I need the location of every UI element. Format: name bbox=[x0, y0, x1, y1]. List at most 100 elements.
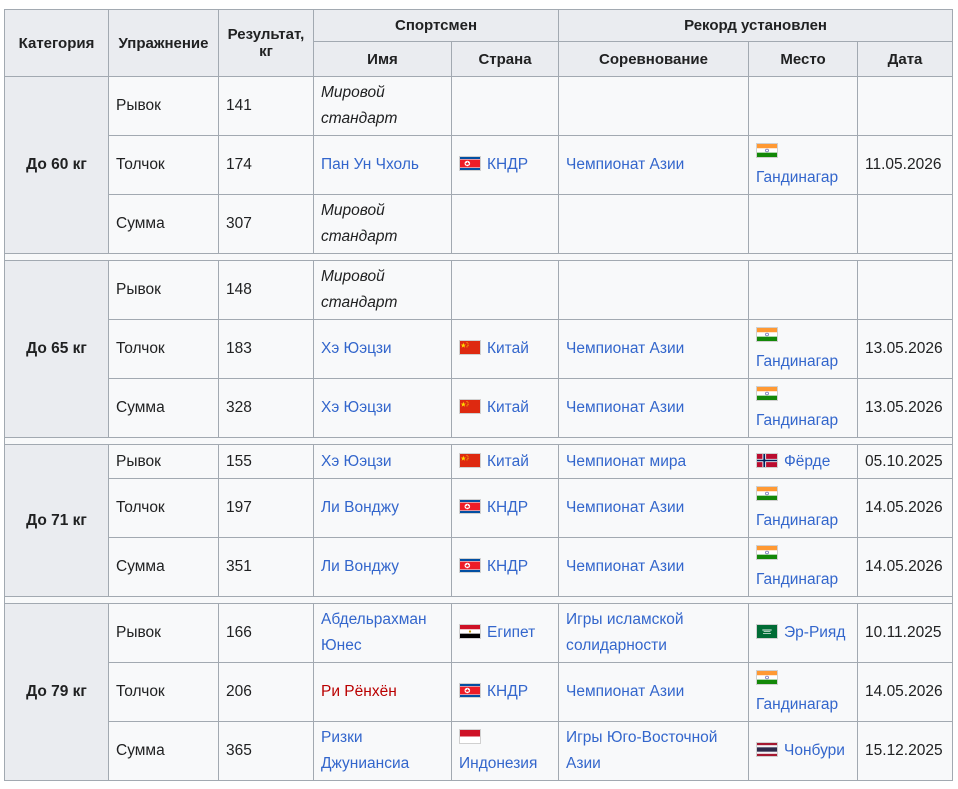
separator-cell bbox=[3, 253, 954, 261]
header-result[interactable]: Результат, кг bbox=[218, 9, 314, 77]
world-standard-text: Мировой стандарт bbox=[321, 84, 398, 127]
header-name[interactable]: Имя bbox=[313, 41, 452, 77]
result-value: 166 bbox=[226, 624, 252, 641]
country-link[interactable]: КНДР bbox=[487, 156, 528, 173]
competition-cell[interactable]: Чемпионат Азии bbox=[558, 135, 750, 195]
place-link[interactable]: Гандинагар bbox=[756, 169, 838, 186]
header-category[interactable]: Категория bbox=[4, 9, 109, 77]
date-value: 13.05.2026 bbox=[865, 399, 943, 416]
country-cell[interactable]: КНДР bbox=[450, 662, 560, 722]
athlete-name-link[interactable]: Ри Рёнхён bbox=[321, 683, 397, 700]
country-cell[interactable]: Китай bbox=[450, 444, 560, 479]
athlete-name-link[interactable]: Ризки Джуниансиа bbox=[321, 729, 409, 772]
country-link[interactable]: Китай bbox=[487, 399, 529, 416]
name-cell[interactable]: Ри Рёнхён bbox=[313, 662, 452, 722]
country-link[interactable]: КНДР bbox=[487, 558, 528, 575]
country-link[interactable]: Египет bbox=[487, 624, 535, 641]
competition-link[interactable]: Чемпионат Азии bbox=[566, 399, 684, 416]
place-cell[interactable]: Эр-Рияд bbox=[748, 603, 859, 663]
place-link[interactable]: Чонбури bbox=[784, 742, 845, 759]
name-cell[interactable]: Ли Вонджу bbox=[313, 478, 452, 538]
competition-cell[interactable]: Чемпионат мира bbox=[558, 444, 750, 479]
name-cell[interactable]: Ли Вонджу bbox=[313, 537, 452, 597]
competition-link[interactable]: Чемпионат мира bbox=[566, 453, 686, 470]
country-link[interactable]: Китай bbox=[487, 453, 529, 470]
competition-link[interactable]: Чемпионат Азии bbox=[566, 558, 684, 575]
athlete-name-link[interactable]: Ли Вонджу bbox=[321, 558, 399, 575]
place-link[interactable]: Гандинагар bbox=[756, 412, 838, 429]
place-cell[interactable]: Чонбури bbox=[748, 721, 859, 781]
header-date[interactable]: Дата bbox=[857, 41, 954, 77]
athlete-name-link[interactable]: Пан Ун Чхоль bbox=[321, 156, 419, 173]
country-link[interactable]: Индонезия bbox=[459, 755, 537, 772]
place-link[interactable]: Гандинагар bbox=[756, 696, 838, 713]
competition-cell[interactable]: Игры исламской солидарности bbox=[558, 603, 750, 663]
result-cell: 174 bbox=[218, 135, 314, 195]
exercise-label: Рывок bbox=[116, 624, 161, 641]
athlete-name-link[interactable]: Абдельрахман Юнес bbox=[321, 611, 427, 654]
country-link[interactable]: КНДР bbox=[487, 499, 528, 516]
table-row: Сумма 351 Ли Вонджу КНДР Чемпионат Азии Ганди… bbox=[5, 537, 954, 597]
china-flag-icon bbox=[459, 340, 481, 355]
header-athlete: Спортсмен bbox=[312, 9, 560, 42]
records-table: Категория Упражнение Результат, кг Спорт… bbox=[3, 9, 954, 781]
date-cell: 05.10.2025 bbox=[857, 444, 954, 479]
name-cell[interactable]: Ризки Джуниансиа bbox=[313, 721, 452, 781]
egypt-flag-icon bbox=[459, 624, 481, 639]
country-cell[interactable]: КНДР bbox=[450, 478, 560, 538]
place-cell[interactable]: Гандинагар bbox=[748, 662, 859, 722]
competition-cell[interactable]: Чемпионат Азии bbox=[558, 319, 750, 379]
separator-cell bbox=[3, 596, 954, 604]
place-link[interactable]: Гандинагар bbox=[756, 512, 838, 529]
competition-cell[interactable]: Чемпионат Азии bbox=[558, 537, 750, 597]
competition-cell[interactable]: Чемпионат Азии bbox=[558, 478, 750, 538]
result-cell: 155 bbox=[218, 444, 314, 479]
competition-cell[interactable]: Игры Юго-Восточной Азии bbox=[558, 721, 750, 781]
place-cell[interactable]: Гандинагар bbox=[748, 478, 859, 538]
country-cell[interactable]: КНДР bbox=[450, 135, 560, 195]
athlete-name-link[interactable]: Хэ Юэцзи bbox=[321, 340, 392, 357]
name-cell: Мировой стандарт bbox=[313, 194, 452, 254]
competition-link[interactable]: Игры Юго-Восточной Азии bbox=[566, 729, 717, 772]
competition-cell[interactable]: Чемпионат Азии bbox=[558, 378, 750, 438]
place-link[interactable]: Гандинагар bbox=[756, 353, 838, 370]
competition-link[interactable]: Чемпионат Азии bbox=[566, 340, 684, 357]
category-cell: До 79 кг bbox=[4, 603, 109, 781]
competition-cell[interactable]: Чемпионат Азии bbox=[558, 662, 750, 722]
athlete-name-link[interactable]: Хэ Юэцзи bbox=[321, 399, 392, 416]
country-cell[interactable]: Китай bbox=[450, 319, 560, 379]
competition-link[interactable]: Чемпионат Азии bbox=[566, 683, 684, 700]
header-country[interactable]: Страна bbox=[450, 41, 560, 77]
place-link[interactable]: Фёрде bbox=[784, 453, 830, 470]
place-cell[interactable]: Гандинагар bbox=[748, 537, 859, 597]
country-link[interactable]: Китай bbox=[487, 340, 529, 357]
header-competition[interactable]: Соревнование bbox=[558, 41, 750, 77]
competition-link[interactable]: Чемпионат Азии bbox=[566, 156, 684, 173]
name-cell[interactable]: Абдельрахман Юнес bbox=[313, 603, 452, 663]
country-cell bbox=[450, 260, 560, 320]
place-cell[interactable]: Гандинагар bbox=[748, 319, 859, 379]
country-cell[interactable]: Китай bbox=[450, 378, 560, 438]
athlete-name-link[interactable]: Ли Вонджу bbox=[321, 499, 399, 516]
result-cell: 183 bbox=[218, 319, 314, 379]
place-cell[interactable]: Гандинагар bbox=[748, 135, 859, 195]
name-cell[interactable]: Хэ Юэцзи bbox=[313, 378, 452, 438]
name-cell[interactable]: Хэ Юэцзи bbox=[313, 319, 452, 379]
result-cell: 141 bbox=[218, 76, 314, 136]
place-cell[interactable]: Фёрде bbox=[748, 444, 859, 479]
country-cell[interactable]: Египет bbox=[450, 603, 560, 663]
name-cell[interactable]: Пан Ун Чхоль bbox=[313, 135, 452, 195]
north-korea-flag-icon bbox=[459, 499, 481, 514]
competition-link[interactable]: Игры исламской солидарности bbox=[566, 611, 684, 654]
athlete-name-link[interactable]: Хэ Юэцзи bbox=[321, 453, 392, 470]
header-exercise[interactable]: Упражнение bbox=[108, 9, 219, 77]
name-cell[interactable]: Хэ Юэцзи bbox=[313, 444, 452, 479]
place-link[interactable]: Гандинагар bbox=[756, 571, 838, 588]
header-place[interactable]: Место bbox=[748, 41, 859, 77]
country-cell[interactable]: Индонезия bbox=[450, 721, 560, 781]
country-link[interactable]: КНДР bbox=[487, 683, 528, 700]
place-link[interactable]: Эр-Рияд bbox=[784, 624, 845, 641]
competition-link[interactable]: Чемпионат Азии bbox=[566, 499, 684, 516]
place-cell[interactable]: Гандинагар bbox=[748, 378, 859, 438]
country-cell[interactable]: КНДР bbox=[450, 537, 560, 597]
